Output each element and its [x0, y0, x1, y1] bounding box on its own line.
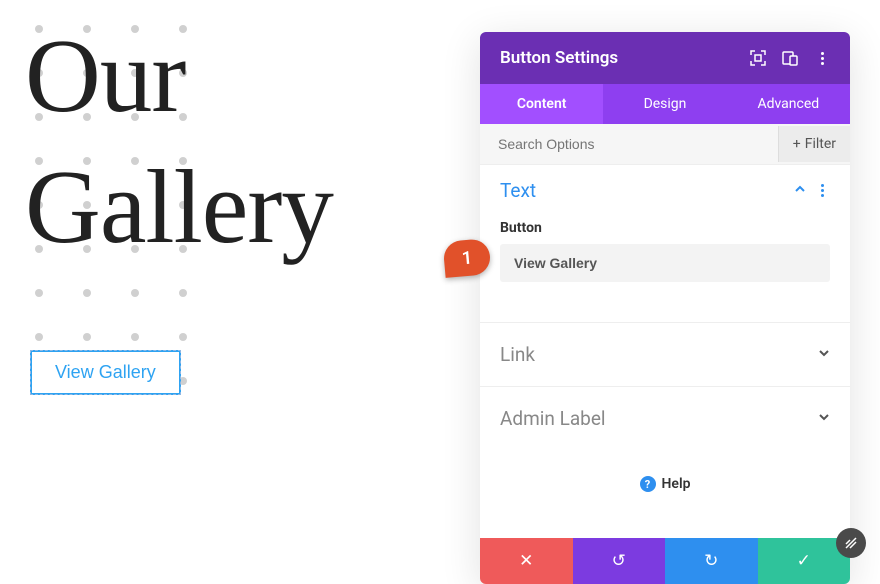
heading-line-2: Gallery — [25, 141, 450, 272]
search-row: + Filter — [480, 124, 850, 165]
chevron-down-icon — [818, 347, 830, 363]
tab-content[interactable]: Content — [480, 84, 603, 124]
section-kebab-icon[interactable] — [814, 183, 830, 199]
tabs: Content Design Advanced — [480, 84, 850, 124]
undo-icon: ↺ — [612, 551, 626, 571]
kebab-menu-icon[interactable] — [814, 50, 830, 66]
redo-icon: ↻ — [704, 551, 718, 571]
cancel-button[interactable]: ✕ — [480, 538, 573, 584]
help-label: Help — [662, 476, 691, 492]
action-bar: ✕ ↺ ↻ ✓ — [480, 538, 850, 584]
undo-button[interactable]: ↺ — [573, 538, 666, 584]
header-icons — [750, 50, 830, 66]
close-icon: ✕ — [519, 551, 533, 571]
tab-advanced[interactable]: Advanced — [727, 84, 850, 124]
responsive-icon[interactable] — [782, 50, 798, 66]
section-admin-label[interactable]: Admin Label — [480, 386, 850, 450]
panel-header: Button Settings — [480, 32, 850, 84]
expand-icon[interactable] — [750, 50, 766, 66]
search-input[interactable] — [480, 124, 778, 164]
filter-label: Filter — [805, 136, 836, 152]
section-text-title: Text — [500, 179, 536, 202]
chevron-up-icon — [794, 183, 806, 199]
chevron-down-icon — [818, 411, 830, 427]
settings-panel: Button Settings Content Design Advanced … — [480, 32, 850, 584]
tab-design[interactable]: Design — [603, 84, 726, 124]
button-text-input[interactable] — [500, 244, 830, 282]
section-link[interactable]: Link — [480, 322, 850, 386]
page-heading: Our Gallery — [25, 10, 450, 273]
section-admin-title: Admin Label — [500, 407, 606, 430]
plus-icon: + — [793, 136, 801, 152]
button-field-label: Button — [500, 220, 830, 236]
redo-button[interactable]: ↻ — [665, 538, 758, 584]
filter-button[interactable]: + Filter — [778, 126, 850, 162]
check-icon: ✓ — [797, 551, 811, 571]
help-link[interactable]: ? Help — [480, 450, 850, 538]
help-icon: ? — [640, 476, 656, 492]
heading-line-1: Our — [25, 10, 450, 141]
resize-handle[interactable] — [836, 528, 866, 558]
section-text: Text Button — [480, 165, 850, 322]
panel-title: Button Settings — [500, 48, 618, 68]
section-link-title: Link — [500, 343, 535, 366]
section-text-header[interactable]: Text — [500, 179, 830, 202]
view-gallery-button[interactable]: View Gallery — [30, 350, 181, 395]
